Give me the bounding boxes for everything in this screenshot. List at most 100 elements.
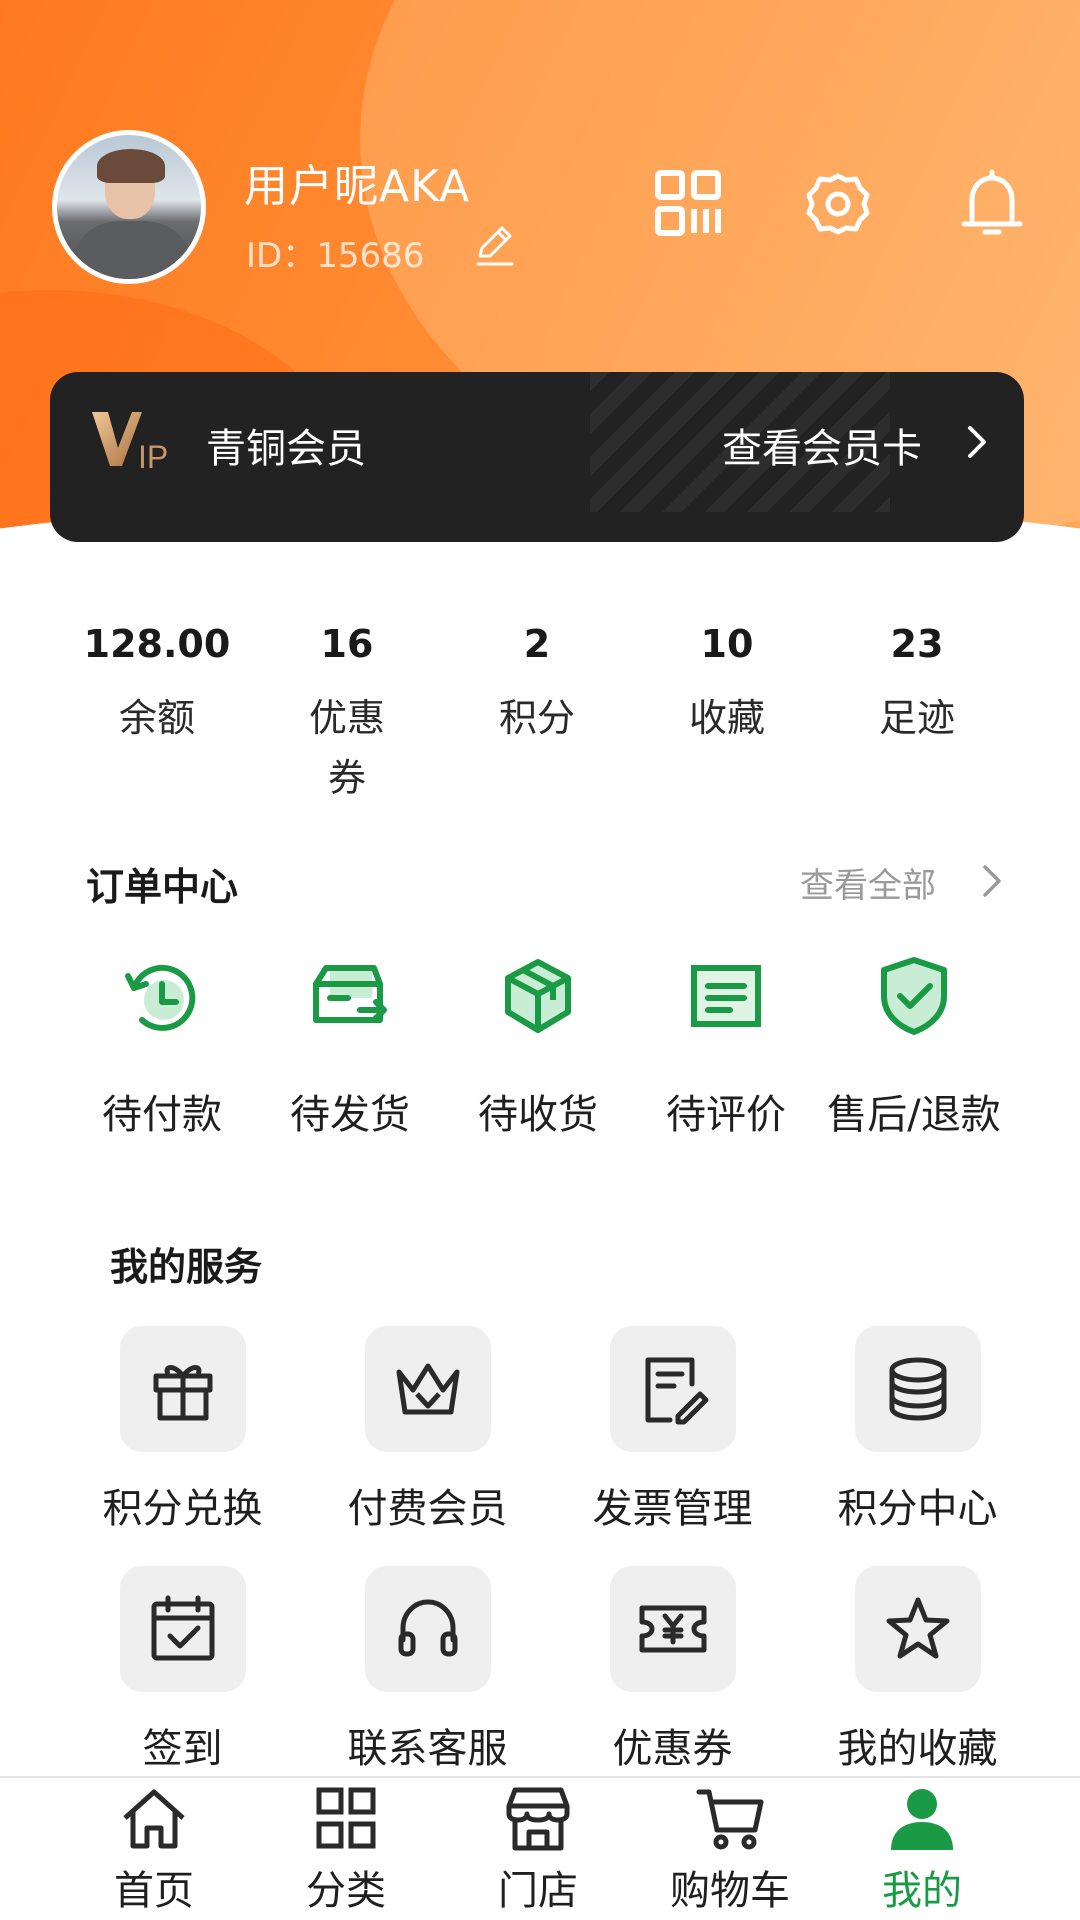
- store-icon: [506, 1787, 570, 1851]
- service-check-in[interactable]: 签到: [60, 1566, 305, 1806]
- service-label: 联系客服: [347, 1726, 508, 1772]
- order-center-title: 订单中心: [86, 865, 239, 909]
- after-sales-icon: [881, 957, 947, 1035]
- stat-points[interactable]: 2 积分: [442, 616, 632, 808]
- stat-history[interactable]: 23 足迹: [822, 616, 1012, 808]
- coupon-icon: [639, 1605, 706, 1653]
- order-pending-receipt[interactable]: 待收货: [444, 954, 632, 1140]
- crown-icon: [396, 1363, 459, 1415]
- stat-value: 2: [523, 622, 551, 666]
- service-icon-box: [119, 1326, 246, 1452]
- pending-shipment-icon: [313, 965, 387, 1023]
- stat-label: 优惠券: [308, 696, 385, 800]
- order-label: 待评价: [666, 1092, 786, 1138]
- avatar-hair: [97, 149, 165, 183]
- nickname: 用户昵AKA: [244, 161, 471, 212]
- gift-icon: [153, 1365, 212, 1421]
- avatar[interactable]: [52, 130, 206, 284]
- service-coupons[interactable]: 优惠券: [550, 1566, 795, 1806]
- services-grid: 积分兑换 付费会员 发票管理 积分中心 签到 联系客服 优惠券 我的收藏: [60, 1326, 1040, 1806]
- stat-label: 余额: [118, 696, 195, 740]
- star-icon: [886, 1597, 949, 1659]
- stat-value: 128.00: [83, 622, 231, 666]
- service-label: 发票管理: [592, 1486, 753, 1532]
- vip-logo-icon: IP: [92, 412, 168, 475]
- nav-item-cart[interactable]: 购物车: [634, 1778, 826, 1920]
- cart-icon: [696, 1789, 764, 1850]
- service-icon-box: [609, 1326, 736, 1452]
- stat-value: 10: [700, 622, 754, 666]
- stat-value: 23: [890, 622, 944, 666]
- service-icon-box: [609, 1566, 736, 1692]
- stat-label: 积分: [498, 696, 575, 740]
- pending-payment-icon: [125, 964, 196, 1031]
- order-status-row: 待付款 待发货 待收货 待评价 售后/退款: [68, 954, 1012, 1140]
- bottom-navigation: 首页 分类 门店 购物车 我的: [0, 1776, 1080, 1920]
- order-label: 售后/退款: [827, 1092, 1001, 1138]
- service-customer-support[interactable]: 联系客服: [305, 1566, 550, 1806]
- nav-label: 首页: [114, 1868, 194, 1914]
- vip-level: 青铜会员: [206, 426, 366, 472]
- order-label: 待付款: [102, 1092, 222, 1138]
- service-label: 优惠券: [612, 1726, 733, 1772]
- pending-receipt-icon: [505, 959, 571, 1033]
- nav-label: 我的: [882, 1868, 962, 1914]
- service-icon-box: [119, 1566, 246, 1692]
- nav-label: 门店: [498, 1868, 578, 1914]
- view-member-card-link[interactable]: 查看会员卡: [722, 416, 922, 474]
- user-icon: [891, 1789, 953, 1850]
- headset-icon: [398, 1599, 457, 1657]
- stat-balance[interactable]: 128.00 余额: [62, 616, 252, 808]
- nav-item-category[interactable]: 分类: [250, 1778, 442, 1920]
- calendar-check-icon: [151, 1595, 214, 1661]
- service-label: 积分中心: [837, 1486, 998, 1532]
- service-icon-box: [364, 1566, 491, 1692]
- service-points-exchange[interactable]: 积分兑换: [60, 1326, 305, 1566]
- service-my-favorites[interactable]: 我的收藏: [795, 1566, 1040, 1806]
- my-services-title: 我的服务: [110, 1245, 263, 1289]
- invoice-icon: [645, 1357, 708, 1425]
- order-label: 待发货: [290, 1092, 410, 1138]
- nav-item-me[interactable]: 我的: [826, 1778, 1018, 1920]
- service-label: 积分兑换: [102, 1486, 263, 1532]
- edit-icon[interactable]: [472, 222, 518, 268]
- order-pending-review[interactable]: 待评价: [632, 954, 820, 1140]
- svg-text:IP: IP: [138, 439, 168, 475]
- service-points-center[interactable]: 积分中心: [795, 1326, 1040, 1566]
- stat-value: 16: [320, 622, 374, 666]
- stat-label: 收藏: [688, 696, 765, 740]
- service-label: 付费会员: [347, 1486, 508, 1532]
- service-paid-membership[interactable]: 付费会员: [305, 1326, 550, 1566]
- order-after-sales[interactable]: 售后/退款: [820, 954, 1008, 1140]
- pending-review-icon: [691, 965, 761, 1027]
- user-id: ID：15686: [246, 236, 425, 276]
- service-label: 我的收藏: [837, 1726, 998, 1772]
- order-pending-payment[interactable]: 待付款: [68, 954, 256, 1140]
- service-icon-box: [854, 1326, 981, 1452]
- vip-card[interactable]: IP 青铜会员 查看会员卡: [50, 372, 1024, 542]
- qr-code-icon[interactable]: [655, 170, 721, 236]
- order-label: 待收货: [478, 1092, 598, 1138]
- stat-favorites[interactable]: 10 收藏: [632, 616, 822, 808]
- coins-icon: [889, 1357, 946, 1421]
- category-icon: [316, 1787, 376, 1849]
- view-all-orders-link[interactable]: 查看全部: [800, 858, 936, 907]
- bell-icon[interactable]: [958, 168, 1026, 240]
- nav-label: 分类: [306, 1868, 386, 1914]
- settings-icon[interactable]: [806, 172, 870, 236]
- nav-item-store[interactable]: 门店: [442, 1778, 634, 1920]
- account-stats: 128.00 余额 16 优惠券 2 积分 10 收藏 23 足迹: [62, 616, 1012, 808]
- avatar-body: [77, 221, 187, 279]
- service-icon-box: [364, 1326, 491, 1452]
- chevron-right-icon[interactable]: [962, 422, 992, 462]
- nav-item-home[interactable]: 首页: [58, 1778, 250, 1920]
- service-invoice[interactable]: 发票管理: [550, 1326, 795, 1566]
- home-icon: [123, 1789, 185, 1849]
- nav-label: 购物车: [670, 1868, 790, 1914]
- service-icon-box: [854, 1566, 981, 1692]
- stat-label: 足迹: [878, 696, 955, 740]
- chevron-right-icon[interactable]: [980, 862, 1004, 900]
- order-pending-shipment[interactable]: 待发货: [256, 954, 444, 1140]
- service-label: 签到: [142, 1726, 223, 1772]
- stat-coupons[interactable]: 16 优惠券: [252, 616, 442, 808]
